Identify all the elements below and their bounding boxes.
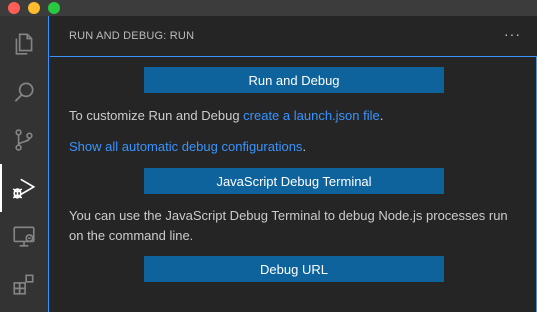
create-launch-json-link[interactable]: create a launch.json file — [243, 108, 380, 123]
search-icon — [14, 82, 34, 102]
source-control-icon — [15, 129, 33, 151]
activity-search[interactable] — [0, 68, 48, 116]
activity-source-control[interactable] — [0, 116, 48, 164]
more-actions-icon[interactable]: ··· — [504, 26, 521, 42]
title-bar — [0, 0, 537, 16]
debug-url-button[interactable]: Debug URL — [144, 256, 444, 282]
show-all-text: Show all automatic debug configurations. — [69, 139, 307, 154]
show-all-configs-link[interactable]: Show all automatic debug configurations — [69, 139, 302, 154]
run-debug-icon — [12, 178, 36, 199]
js-terminal-description: You can use the JavaScript Debug Termina… — [69, 208, 508, 243]
close-window-button[interactable] — [8, 2, 20, 14]
sidebar-title: RUN AND DEBUG: RUN — [69, 30, 195, 42]
extensions-icon — [13, 274, 34, 295]
maximize-window-button[interactable] — [48, 2, 60, 14]
files-icon — [15, 33, 33, 55]
activity-remote-explorer[interactable] — [0, 212, 48, 260]
activity-extensions[interactable] — [0, 260, 48, 308]
run-and-debug-button[interactable]: Run and Debug — [144, 67, 444, 93]
customize-text: To customize Run and Debug create a laun… — [69, 108, 384, 123]
activity-explorer[interactable] — [0, 20, 48, 68]
minimize-window-button[interactable] — [28, 2, 40, 14]
sidebar-header: RUN AND DEBUG: RUN ··· — [49, 16, 537, 56]
activity-bar — [0, 16, 48, 312]
run-debug-welcome: Run and Debug To customize Run and Debug… — [50, 56, 537, 312]
activity-run-debug[interactable] — [0, 164, 48, 212]
javascript-debug-terminal-button[interactable]: JavaScript Debug Terminal — [144, 168, 444, 194]
run-debug-sidebar: RUN AND DEBUG: RUN ··· Run and Debug To … — [48, 16, 537, 312]
remote-explorer-icon — [13, 226, 35, 247]
